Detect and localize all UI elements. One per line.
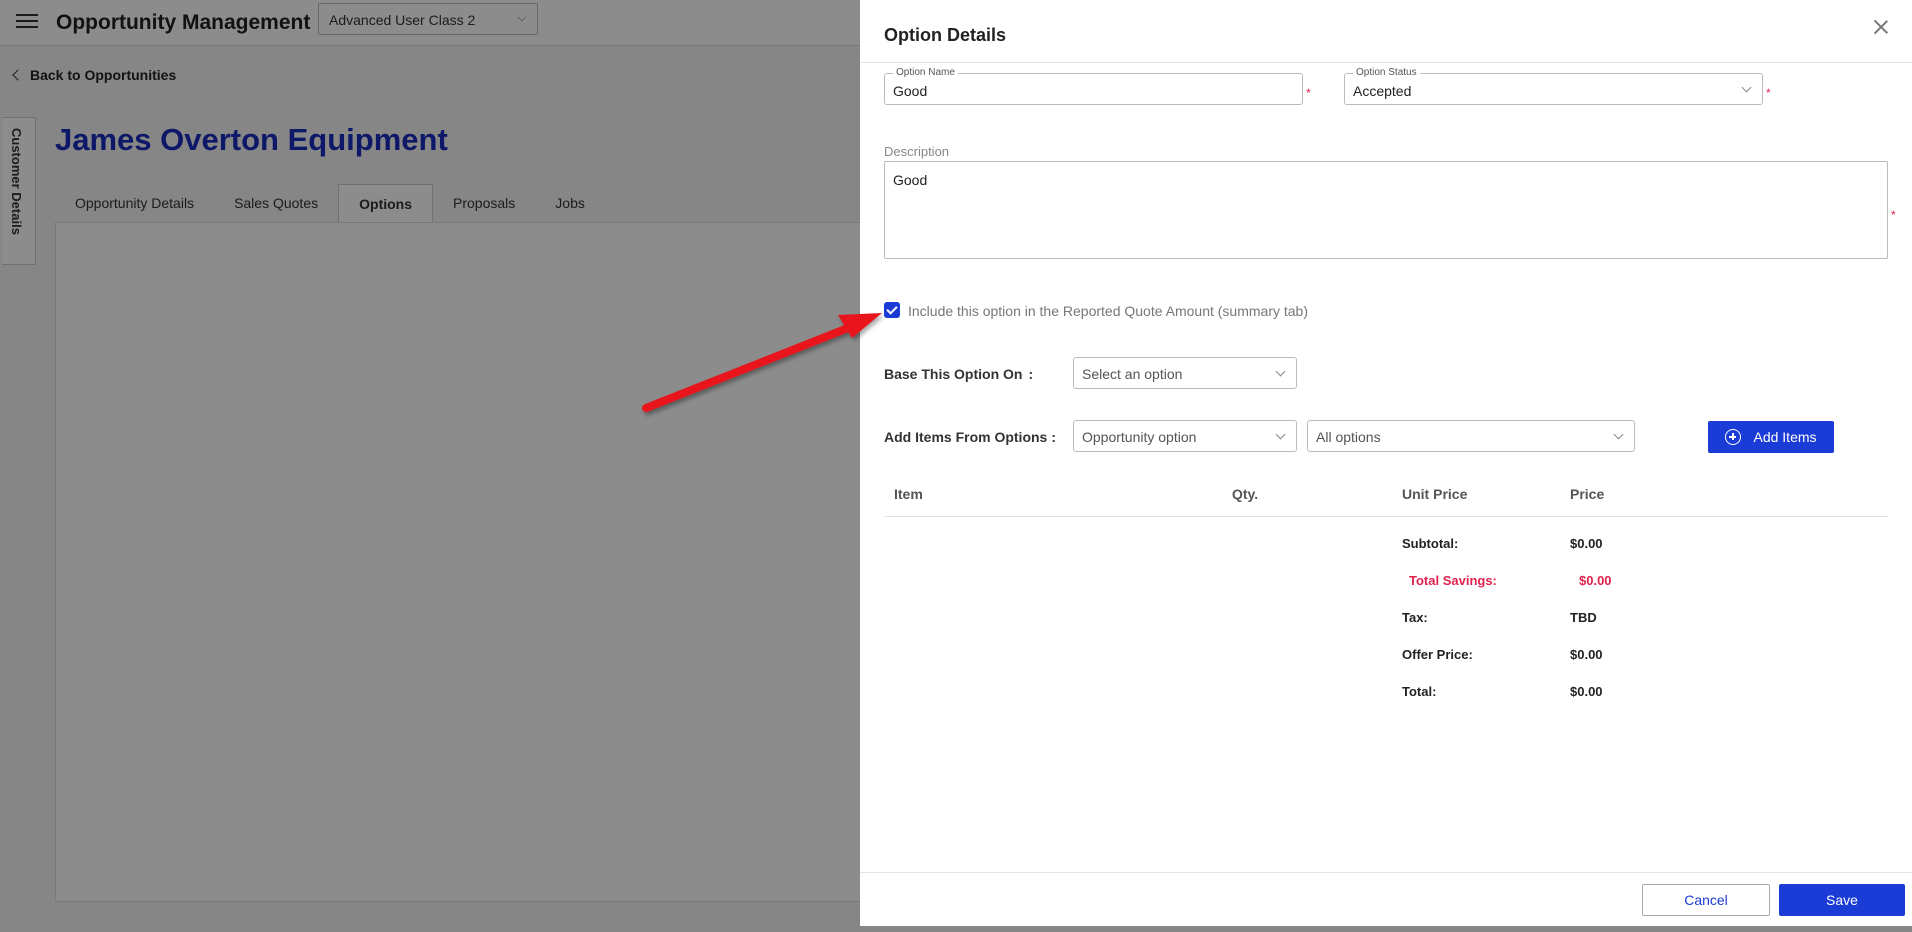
annotation-arrow-icon xyxy=(642,313,882,412)
